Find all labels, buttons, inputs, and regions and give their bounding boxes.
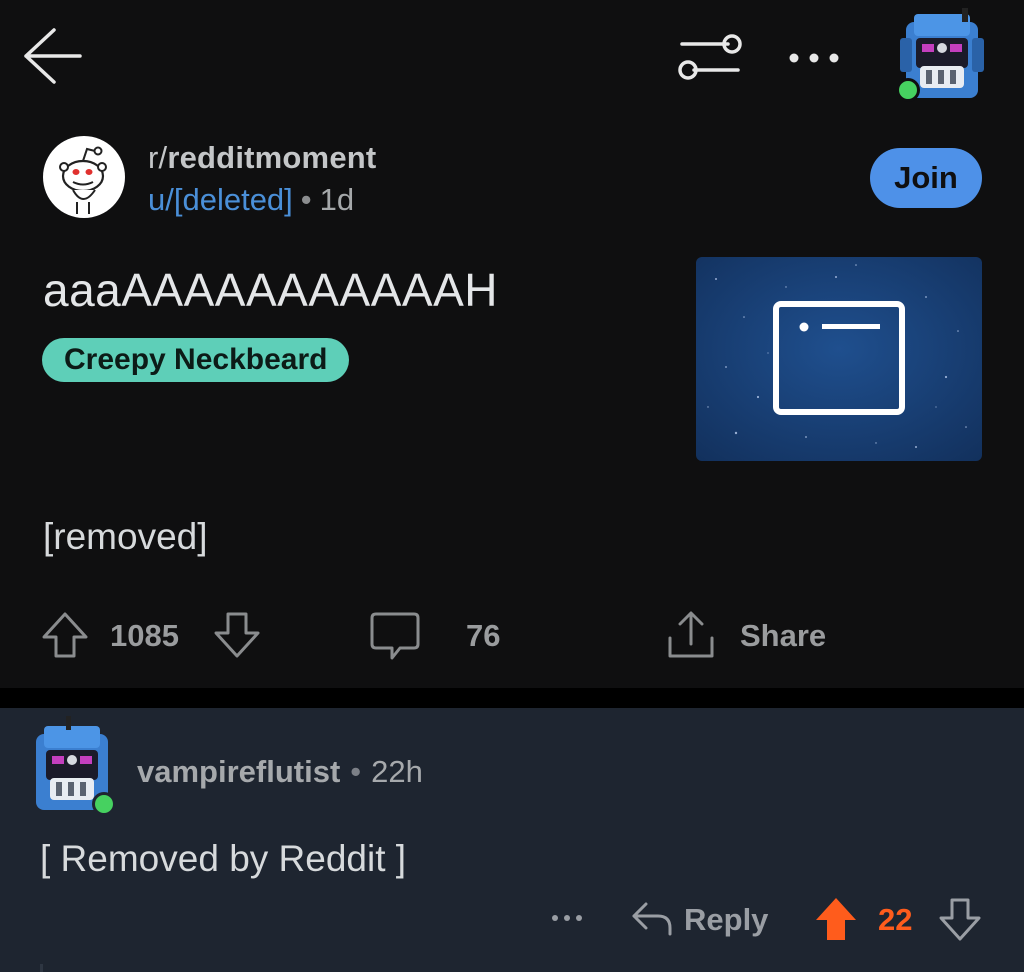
commenter-avatar[interactable] [30,714,118,816]
user-avatar[interactable] [896,8,986,102]
comment-upvote-button[interactable] [814,896,858,942]
comment-count: 76 [466,618,501,653]
arrow-down-icon [939,898,981,941]
comment-bubble-icon [370,612,420,660]
post-card: r/redditmoment u/[deleted] • 1d Join aaaAA… [0,0,1024,688]
comment-score: 22 [878,902,913,937]
subreddit-prefix: r/ [148,140,168,175]
join-button[interactable]: Join [870,148,982,208]
arrow-down-icon [214,612,260,658]
link-preview-image [696,257,982,461]
comment-age: 22h [371,754,423,789]
online-status-indicator [92,792,116,816]
upvote-button[interactable] [40,610,90,660]
more-horizontal-icon [552,915,582,921]
comment-downvote-button[interactable] [938,896,982,942]
meta-separator: • [300,182,312,217]
arrow-left-icon [24,28,82,84]
arrow-up-filled-icon [816,898,856,940]
post-meta: u/[deleted] • 1d [148,182,354,218]
subreddit-avatar[interactable] [43,136,125,218]
section-divider [0,688,1024,708]
share-icon [668,611,714,658]
downvote-button[interactable] [212,610,262,660]
post-body: [removed] [43,516,208,557]
snoo-icon [59,146,107,214]
share-label[interactable]: Share [740,618,826,654]
comment-author[interactable]: vampireflutist [137,754,340,789]
reply-arrow-icon [632,902,672,936]
post-flair[interactable]: Creepy Neckbeard [42,338,350,382]
back-button[interactable] [20,24,84,88]
subreddit-name[interactable]: r/redditmoment [148,140,376,176]
sort-filter-button[interactable] [676,32,742,84]
post-thumbnail[interactable] [696,257,982,461]
comments-button[interactable] [368,610,422,662]
share-button[interactable] [664,608,718,662]
more-options-button[interactable] [786,40,842,76]
post-age: 1d [319,182,355,217]
post-title: aaaAAAAAAAAAAAH [43,264,498,316]
subreddit-label: redditmoment [167,140,377,175]
post-author[interactable]: u/[deleted] [148,182,293,217]
reply-button[interactable] [630,896,674,940]
vote-count: 1085 [110,618,179,653]
meta-separator: • [350,754,362,789]
comment-body: [ Removed by Reddit ] [40,838,407,879]
arrow-up-icon [42,612,88,658]
online-status-indicator [896,78,920,102]
more-horizontal-icon [789,53,839,63]
comment-more-button[interactable] [548,900,588,936]
comment-meta: vampireflutist • 22h [137,754,423,790]
thread-line [40,964,43,972]
reply-label[interactable]: Reply [684,902,768,938]
sliders-icon [678,34,742,80]
